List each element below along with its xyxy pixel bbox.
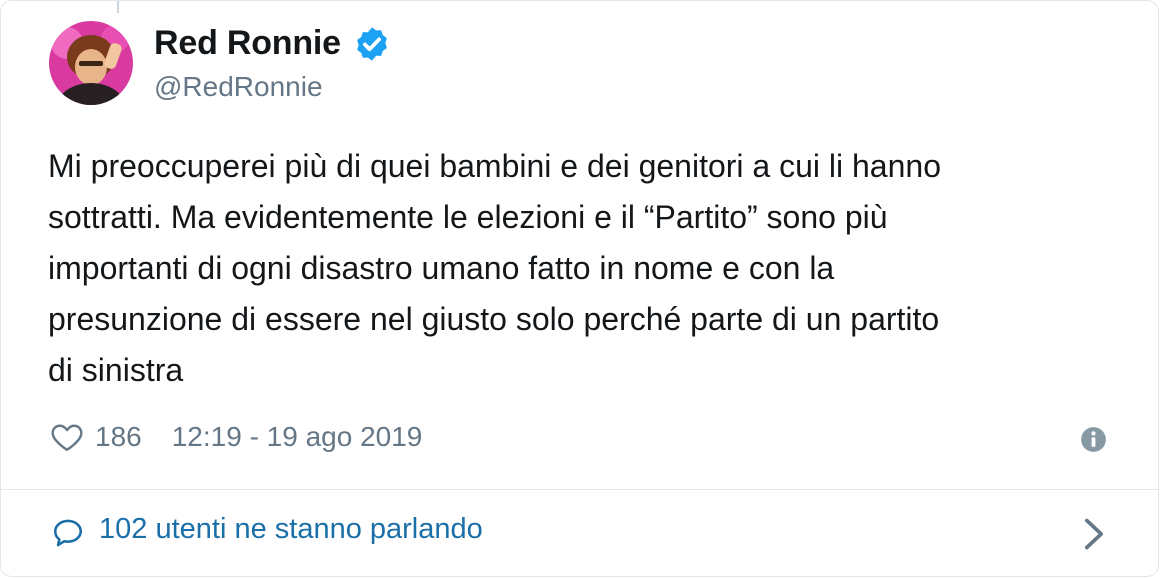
- avatar[interactable]: [49, 21, 133, 105]
- author-display-name[interactable]: Red Ronnie: [154, 24, 341, 63]
- conversation-count-text[interactable]: 102 utenti ne stanno parlando: [99, 513, 483, 546]
- tweet-text: Mi preoccuperei più di quei bambini e de…: [48, 148, 941, 388]
- info-circle-icon[interactable]: [1080, 426, 1107, 453]
- avatar-image: [49, 21, 133, 105]
- speech-bubble-icon: [53, 519, 83, 547]
- author-handle[interactable]: @RedRonnie: [154, 71, 323, 103]
- thread-line: [117, 1, 119, 13]
- heart-outline-icon[interactable]: [49, 419, 85, 455]
- verified-badge-icon: [357, 26, 387, 61]
- tweet-timestamp[interactable]: 12:19 - 19 ago 2019: [172, 421, 423, 453]
- conversation-link[interactable]: 102 utenti ne stanno parlando: [1, 490, 1158, 576]
- like-count: 186: [95, 421, 142, 452]
- tweet-card: Red Ronnie @RedRonnie Mi preoccuperei pi…: [0, 0, 1159, 577]
- chevron-right-icon[interactable]: [1081, 516, 1107, 552]
